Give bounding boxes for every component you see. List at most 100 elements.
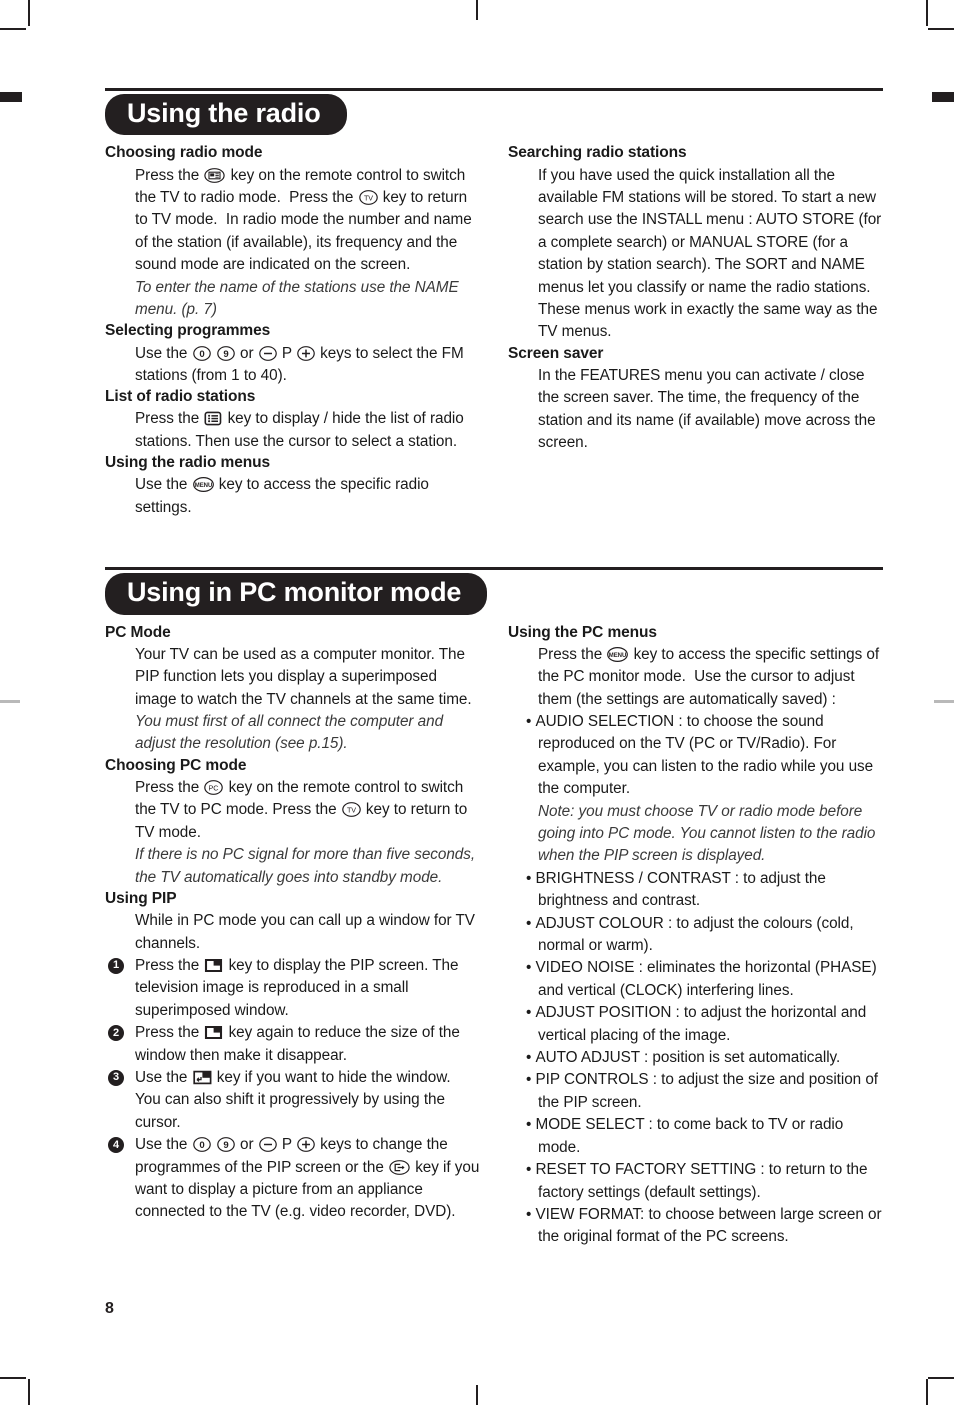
svg-text:9: 9 [223,348,228,359]
pc-menu-item-brightness-contrast: • BRIGHTNESS / CONTRAST : to adjust the … [526,869,826,910]
section-using-in-pc-monitor-mode: Using in PC monitor mode PC Mode Your TV… [105,567,883,1249]
pc-menu-item-audio-selection: • AUDIO SELECTION : to choose the sound … [526,712,874,798]
radio-left-column: Choosing radio mode Press the key on the… [105,143,480,519]
heading-using-the-pc-menus: Using the PC menus [508,623,657,641]
para-choosing-radio-mode: Press the key on the remote control to s… [135,166,472,274]
plus-key-icon [297,1137,315,1153]
crop-mark-left-bottom [0,1377,26,1379]
section-banner-pc: Using in PC monitor mode [105,567,883,615]
digit-0-key-icon: 0 [192,345,211,361]
svg-text:0: 0 [199,348,204,359]
pc-menu-item-label: VIDEO NOISE : eliminates the horizontal … [535,959,877,999]
crop-mark-top-right [926,0,928,26]
note-no-pc-signal: If there is no PC signal for more than f… [135,846,476,886]
page-content: Using the radio Choosing radio mode Pres… [105,88,883,1249]
para-selecting-programmes: Use the 0 9 or P keys to select the FM s… [135,344,464,384]
svg-text:0: 0 [199,1140,204,1151]
step-number-3: 3 [108,1069,124,1086]
crop-mark-right-bottom [928,1377,954,1379]
section-title-pc: Using in PC monitor mode [105,573,488,615]
step-number-4: 4 [108,1137,124,1154]
pip-shift-key-icon [192,1070,212,1085]
pc-menu-note-mode: Note: you must choose TV or radio mode b… [538,802,876,865]
minus-key-icon [258,1137,277,1153]
crop-mark-top-left [28,0,30,26]
banner-rule [105,88,883,91]
radio-key-icon [204,167,226,183]
tv-key-icon: TV [341,802,361,818]
banner-rule-pc [105,567,883,571]
pc-menu-item-label: MODE SELECT : to come back to TV or radi… [535,1116,844,1156]
section-title-radio: Using the radio [105,94,347,136]
heading-using-the-radio-menus: Using the radio menus [105,454,270,472]
pc-menu-item-video-noise: • VIDEO NOISE : eliminates the horizonta… [526,959,877,999]
heading-list-of-radio-stations: List of radio stations [105,388,256,406]
svg-text:MENU: MENU [194,483,211,489]
pip-step-3: 3 Use the key if you want to hide the win… [105,1067,480,1134]
svg-text:TV: TV [364,193,373,202]
para-list-of-radio-stations: Press the key to display / hide the list… [135,410,464,450]
heading-pc-mode: PC Mode [105,623,171,641]
menu-key-icon: MENU [607,646,629,662]
digit-0-key-icon: 0 [192,1137,211,1153]
color-bar-right [932,92,954,102]
pc-menu-item-label: PIP CONTROLS : to adjust the size and po… [535,1071,879,1111]
pc-menu-item-label: VIEW FORMAT: to choose between large scr… [535,1205,882,1246]
para-using-the-radio-menus: Use the MENU key to access the specific … [135,476,429,516]
pip-key-icon [204,1025,223,1040]
note-connect-computer: You must first of all connect the comput… [135,712,444,753]
pc-menu-item-label: ADJUST POSITION : to adjust the horizont… [535,1004,867,1044]
heading-choosing-radio-mode: Choosing radio mode [105,144,263,162]
pip-step-1: 1 Press the key to display the PIP screen… [105,955,480,1022]
para-using-pip: While in PC mode you can call up a windo… [135,912,475,952]
pc-key-icon: PC [204,780,224,795]
color-bar-left [0,92,22,102]
heading-searching-radio-stations: Searching radio stations [508,144,687,162]
pc-menu-item-label: ADJUST COLOUR : to adjust the colours (c… [535,914,854,955]
digit-9-key-icon: 9 [216,1137,235,1153]
tv-key-icon: TV [358,190,378,205]
pc-menu-item-pip-controls: • PIP CONTROLS : to adjust the size and … [526,1071,879,1111]
svg-text:MENU: MENU [609,653,626,659]
pc-menu-item-mode-select: • MODE SELECT : to come back to TV or ra… [526,1116,844,1156]
pip-key-icon [204,958,223,973]
heading-screen-saver: Screen saver [508,344,604,362]
crop-mark-top-center [476,0,478,20]
step-number-1: 1 [108,957,124,974]
para-using-the-pc-menus: Press the MENU key to access the specifi… [538,645,880,708]
registration-mark-left-center [0,700,20,703]
pc-menu-item-label: AUDIO SELECTION : to choose the sound re… [535,712,874,798]
minus-key-icon [258,345,277,361]
page-number: 8 [105,1300,114,1317]
pc-menu-item-reset-factory: • RESET TO FACTORY SETTING : to return t… [526,1161,868,1201]
para-searching-radio-stations: If you have used the quick installation … [538,166,882,341]
heading-choosing-pc-mode: Choosing PC mode [105,756,247,774]
list-key-icon [204,411,222,426]
pc-left-column: PC Mode Your TV can be used as a compute… [105,623,480,1249]
registration-mark-right-center [934,700,954,703]
para-screen-saver: In the FEATURES menu you can activate / … [538,366,876,452]
note-name-menu: To enter the name of the stations use th… [135,278,459,318]
crop-mark-bottom-center [476,1385,478,1405]
pc-menu-item-label: BRIGHTNESS / CONTRAST : to adjust the br… [535,869,826,910]
pc-menu-item-label: RESET TO FACTORY SETTING : to return to … [535,1161,868,1201]
para-choosing-pc-mode: Press the PC key on the remote control t… [135,778,468,841]
crop-mark-left-top [0,28,26,30]
pip-step-4: 4 Use the 0 9 or P keys to change the pro… [105,1134,480,1224]
manual-page: Using the radio Choosing radio mode Pres… [0,0,954,1405]
svg-text:TV: TV [347,806,356,815]
crop-mark-bottom-right [926,1379,928,1405]
para-pc-mode: Your TV can be used as a computer monito… [135,645,472,708]
radio-right-column: Searching radio stations If you have use… [508,143,883,519]
pc-menu-item-adjust-position: • ADJUST POSITION : to adjust the horizo… [526,1004,867,1044]
digit-9-key-icon: 9 [216,345,235,361]
step-number-2: 2 [108,1025,124,1042]
crop-mark-right-top [928,28,954,30]
pc-menu-item-view-format: • VIEW FORMAT: to choose between large s… [526,1205,882,1246]
heading-selecting-programmes: Selecting programmes [105,322,271,340]
pc-menu-item-auto-adjust: • AUTO ADJUST : position is set automati… [526,1049,841,1067]
pip-step-2: 2 Press the key again to reduce the size … [105,1022,480,1067]
plus-key-icon [297,345,315,361]
pc-menu-item-adjust-colour: • ADJUST COLOUR : to adjust the colours … [526,914,854,955]
menu-key-icon: MENU [192,477,214,493]
